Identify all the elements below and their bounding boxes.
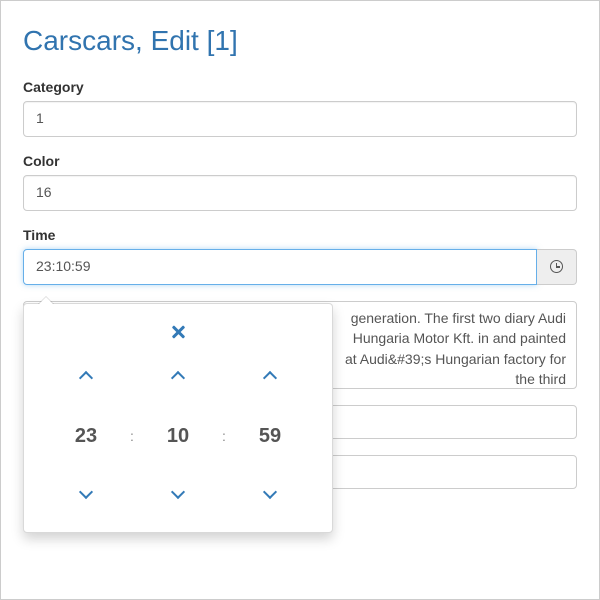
time-picker-toggle[interactable] <box>537 249 577 285</box>
label-category: Category <box>23 79 577 95</box>
field-category: Category <box>23 79 577 137</box>
field-time: Time <box>23 227 577 285</box>
hours-down-button[interactable] <box>81 487 91 504</box>
chevron-down-icon <box>171 484 185 498</box>
seconds-value[interactable]: 59 <box>259 425 281 448</box>
chevron-down-icon <box>263 484 277 498</box>
input-category[interactable] <box>23 101 577 137</box>
chevron-down-icon <box>79 484 93 498</box>
input-color[interactable] <box>23 175 577 211</box>
hours-value[interactable]: 23 <box>75 425 97 448</box>
chevron-up-icon <box>171 370 185 384</box>
time-picker-increment-row <box>29 350 327 404</box>
time-picker-popup: 23 : 10 : 59 <box>23 303 333 533</box>
time-input-group <box>23 249 577 285</box>
chevron-up-icon <box>263 370 277 384</box>
time-picker-value-row: 23 : 10 : 59 <box>29 404 327 468</box>
minutes-up-button[interactable] <box>173 369 183 386</box>
label-color: Color <box>23 153 577 169</box>
seconds-down-button[interactable] <box>265 487 275 504</box>
minutes-value[interactable]: 10 <box>167 425 189 448</box>
page-title: Carscars, Edit [1] <box>23 25 577 57</box>
chevron-up-icon <box>79 370 93 384</box>
input-time[interactable] <box>23 249 537 285</box>
time-picker-decrement-row <box>29 468 327 522</box>
edit-form-panel: Carscars, Edit [1] Category Color Time g… <box>0 0 600 600</box>
label-time: Time <box>23 227 577 243</box>
seconds-up-button[interactable] <box>265 369 275 386</box>
separator: : <box>215 428 233 444</box>
minutes-down-button[interactable] <box>173 487 183 504</box>
close-icon[interactable] <box>171 325 185 339</box>
field-color: Color <box>23 153 577 211</box>
clock-icon <box>550 260 563 273</box>
separator: : <box>123 428 141 444</box>
hours-up-button[interactable] <box>81 369 91 386</box>
